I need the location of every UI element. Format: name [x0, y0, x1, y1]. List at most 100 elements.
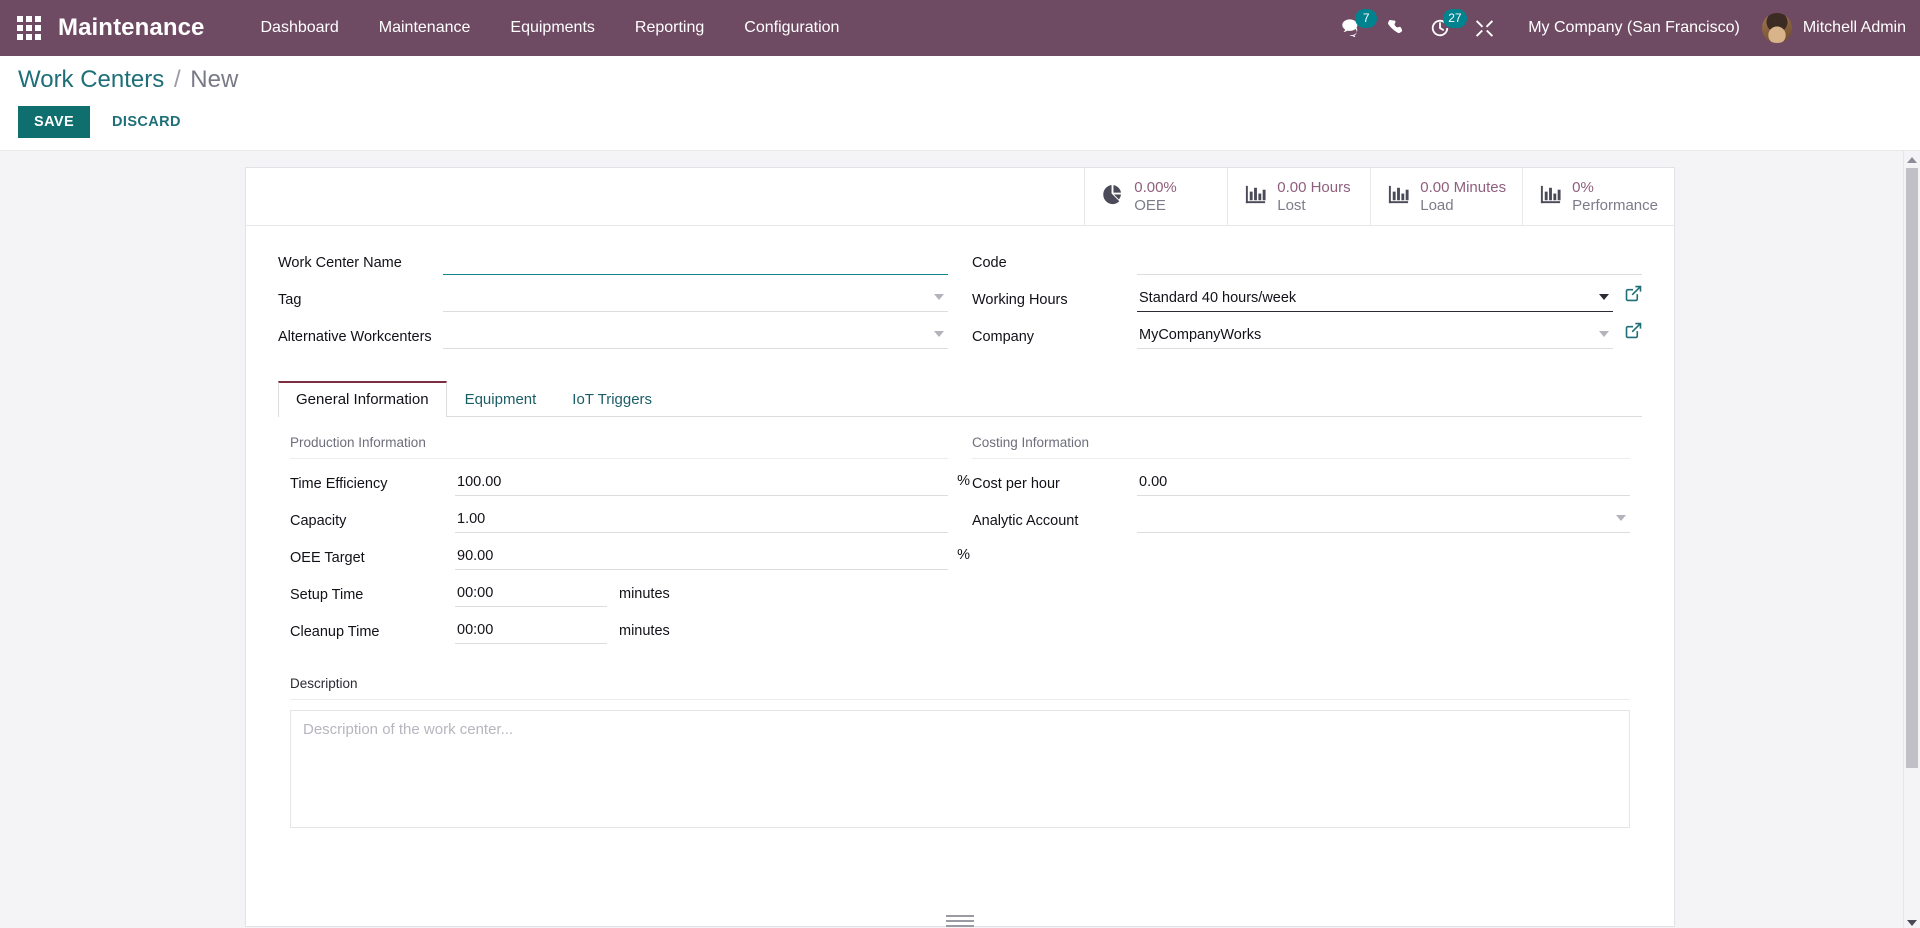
stat-button-bar: 0.00% OEE 0.00 Hours Lost 0.00 Minutes L… — [246, 168, 1674, 226]
stat-label-load: Load — [1420, 196, 1454, 214]
internal-link-icon-working-hours[interactable] — [1625, 285, 1642, 302]
form-header-fields: Work Center Name Tag Alternative Workcen… — [246, 226, 1674, 365]
stat-value-performance: 0% — [1572, 179, 1594, 197]
tab-iot-triggers[interactable]: IoT Triggers — [554, 381, 670, 417]
field-row-setup-time: Setup Time minutes — [290, 580, 948, 610]
form-action-buttons: SAVE DISCARD — [18, 106, 1902, 144]
tab-general-information[interactable]: General Information — [278, 381, 447, 417]
breadcrumb-current: New — [190, 66, 239, 93]
setup-time-input[interactable] — [455, 580, 607, 607]
analytic-account-input[interactable] — [1137, 506, 1630, 533]
label-cost-per-hour: Cost per hour — [972, 476, 1060, 492]
field-row-cleanup-time: Cleanup Time minutes — [290, 617, 948, 647]
group-title-costing: Costing Information — [972, 435, 1630, 459]
main-menu: Dashboard Maintenance Equipments Reporti… — [240, 0, 859, 56]
field-row-tag: Tag — [278, 285, 948, 315]
stat-button-oee[interactable]: 0.00% OEE — [1084, 168, 1227, 225]
internal-link-icon-company[interactable] — [1625, 322, 1642, 339]
phone-icon[interactable] — [1374, 0, 1418, 56]
user-menu[interactable]: Mitchell Admin — [1754, 13, 1906, 43]
label-time-efficiency: Time Efficiency — [290, 476, 388, 492]
label-oee-target: OEE Target — [290, 550, 365, 566]
capacity-input[interactable] — [455, 506, 948, 533]
field-row-working-hours: Working Hours — [972, 285, 1642, 315]
field-row-company: Company — [972, 322, 1642, 352]
tag-input[interactable] — [443, 285, 948, 312]
label-cleanup-time: Cleanup Time — [290, 624, 380, 640]
tools-icon[interactable] — [1462, 0, 1506, 56]
menu-item-equipments[interactable]: Equipments — [490, 0, 615, 56]
label-work-center-name: Work Center Name — [278, 255, 402, 271]
bar-chart-icon — [1387, 183, 1410, 211]
avatar — [1761, 13, 1792, 43]
form-column-left: Work Center Name Tag Alternative Workcen… — [266, 248, 960, 359]
oee-target-input[interactable] — [455, 543, 948, 570]
notebook: General Information Equipment IoT Trigge… — [246, 381, 1674, 828]
stat-label-lost: Lost — [1277, 196, 1306, 214]
label-analytic-account: Analytic Account — [972, 513, 1079, 529]
apps-grid-icon[interactable] — [0, 0, 58, 56]
save-button[interactable]: SAVE — [18, 106, 91, 138]
suffix-setup-time: minutes — [619, 585, 670, 602]
navbar-right-tools: 7 27 My Company (San Francisco) Mitchell… — [1330, 0, 1920, 56]
field-row-capacity: Capacity — [290, 506, 948, 536]
app-brand-title[interactable]: Maintenance — [58, 14, 204, 42]
stat-value-oee: 0.00% — [1134, 179, 1177, 197]
label-working-hours: Working Hours — [972, 292, 1068, 308]
stat-button-load[interactable]: 0.00 Minutes Load — [1370, 168, 1522, 225]
stat-label-performance: Performance — [1572, 196, 1658, 214]
bar-chart-icon — [1539, 183, 1562, 211]
form-column-right: Code Working Hours Standard 40 hours/wee… — [960, 248, 1654, 359]
label-setup-time: Setup Time — [290, 587, 364, 603]
discard-button[interactable]: DISCARD — [100, 106, 193, 138]
description-textarea[interactable]: Description of the work center... — [290, 710, 1630, 828]
code-input[interactable] — [1137, 248, 1642, 275]
tab-equipment[interactable]: Equipment — [447, 381, 555, 417]
work-center-name-input[interactable] — [443, 248, 948, 275]
field-row-code: Code — [972, 248, 1642, 278]
label-tag: Tag — [278, 292, 302, 308]
tab-panel-general-information: Production Information Time Efficiency %… — [278, 417, 1642, 654]
label-capacity: Capacity — [290, 513, 347, 529]
company-input[interactable] — [1137, 322, 1613, 349]
pie-chart-icon — [1101, 183, 1124, 211]
stat-button-performance[interactable]: 0% Performance — [1522, 168, 1674, 225]
breadcrumb-separator: / — [173, 66, 181, 93]
group-production-information: Production Information Time Efficiency %… — [278, 435, 970, 654]
form-content-area: 0.00% OEE 0.00 Hours Lost 0.00 Minutes L… — [0, 151, 1920, 928]
chatter-resize-handle[interactable] — [946, 915, 974, 927]
stat-value-load: 0.00 Minutes — [1420, 179, 1507, 197]
field-row-alternative-workcenters: Alternative Workcenters — [278, 322, 948, 352]
control-panel: Work Centers / New SAVE DISCARD — [0, 56, 1920, 151]
working-hours-input[interactable] — [1137, 285, 1613, 312]
cleanup-time-input[interactable] — [455, 617, 607, 644]
form-sheet: 0.00% OEE 0.00 Hours Lost 0.00 Minutes L… — [245, 167, 1675, 927]
scroll-up-arrow-icon[interactable] — [1904, 151, 1920, 168]
company-switcher[interactable]: My Company (San Francisco) — [1506, 19, 1754, 37]
cost-per-hour-input[interactable] — [1137, 469, 1630, 496]
menu-item-configuration[interactable]: Configuration — [724, 0, 859, 56]
field-row-time-efficiency: Time Efficiency % — [290, 469, 970, 499]
activity-clock-icon[interactable]: 27 — [1418, 0, 1467, 56]
tab-list: General Information Equipment IoT Trigge… — [278, 381, 1642, 417]
scrollbar-thumb[interactable] — [1906, 168, 1918, 768]
label-alternative-workcenters: Alternative Workcenters — [278, 329, 432, 345]
scroll-down-arrow-icon[interactable] — [1904, 914, 1920, 928]
top-navbar: Maintenance Dashboard Maintenance Equipm… — [0, 0, 1920, 56]
field-row-oee-target: OEE Target % — [290, 543, 970, 573]
alternative-workcenters-input[interactable] — [443, 322, 948, 349]
time-efficiency-input[interactable] — [455, 469, 948, 496]
field-row-analytic-account: Analytic Account — [972, 506, 1630, 536]
bar-chart-icon — [1244, 183, 1267, 211]
user-name: Mitchell Admin — [1802, 19, 1906, 36]
field-row-work-center-name: Work Center Name — [278, 248, 948, 278]
suffix-time-efficiency: % — [957, 473, 970, 489]
menu-item-maintenance[interactable]: Maintenance — [359, 0, 491, 56]
menu-item-reporting[interactable]: Reporting — [615, 0, 724, 56]
label-company: Company — [972, 329, 1035, 345]
breadcrumb-work-centers[interactable]: Work Centers — [18, 66, 164, 93]
stat-button-lost[interactable]: 0.00 Hours Lost — [1227, 168, 1370, 225]
menu-item-dashboard[interactable]: Dashboard — [240, 0, 358, 56]
messages-icon[interactable]: 7 — [1330, 0, 1378, 56]
vertical-scrollbar[interactable] — [1903, 151, 1920, 928]
